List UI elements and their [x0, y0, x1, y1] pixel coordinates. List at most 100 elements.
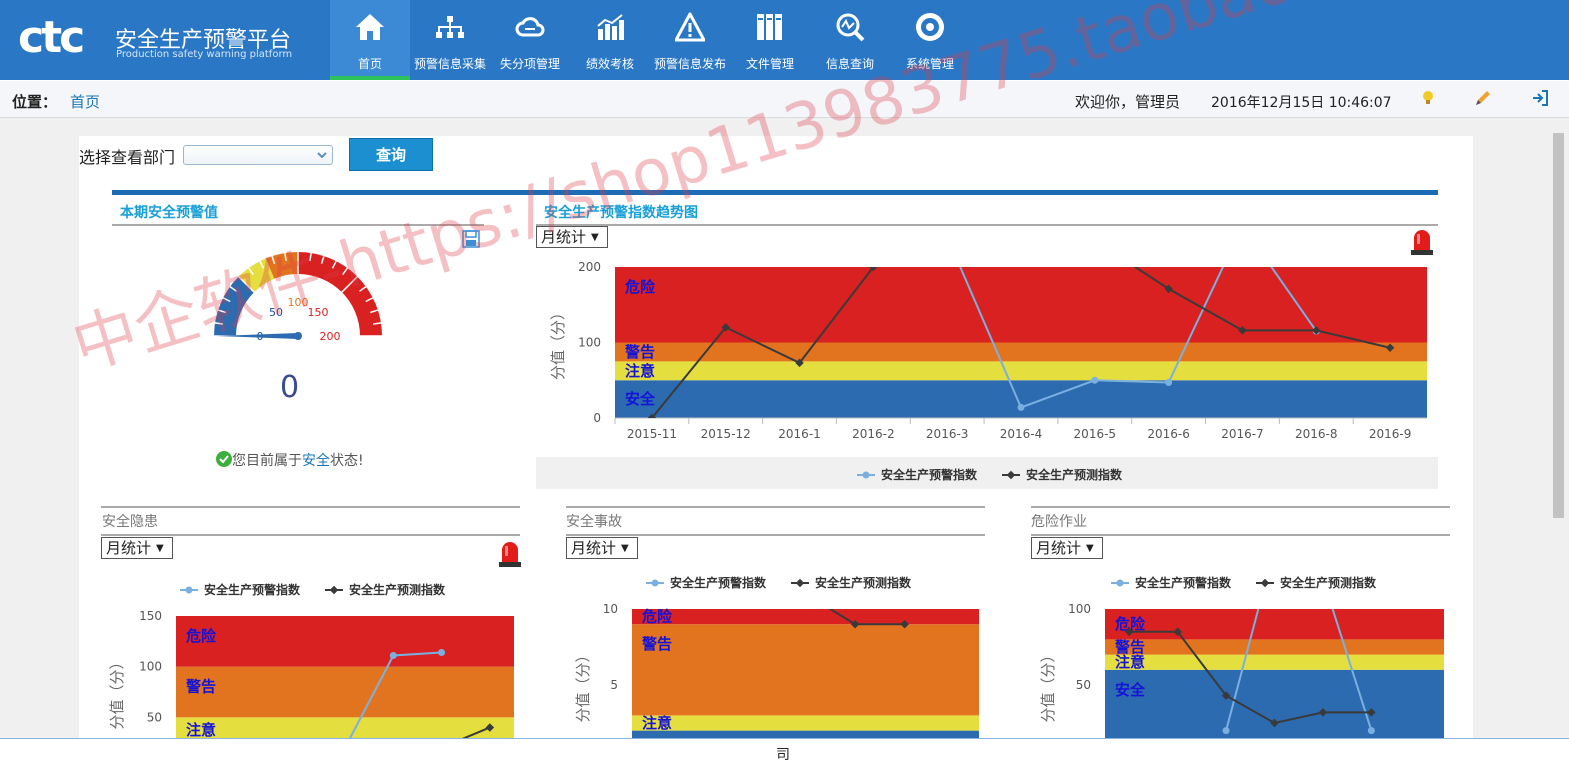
- x-tick-label: 2015-12: [701, 427, 751, 441]
- status-suffix: 状态!: [330, 453, 364, 469]
- y-tick-label: 0: [593, 411, 601, 425]
- gauge-tick-label: 100: [288, 296, 309, 309]
- hazard-period-select[interactable]: 月统计 ▼: [101, 537, 173, 559]
- accident-chart: 注意 警告 危险 5 10 分值（分） 安全生产预警指数 安全生产预测指数: [574, 575, 979, 761]
- query-button[interactable]: 查询: [349, 138, 433, 171]
- title-rule: [1031, 534, 1450, 536]
- nav-item-files[interactable]: 文件管理: [730, 0, 810, 80]
- legend-item[interactable]: 安全生产预测指数: [1002, 467, 1123, 482]
- nav-label: 绩效考核: [585, 57, 634, 71]
- nav-item-system[interactable]: 系统管理: [890, 0, 970, 80]
- alarm-light-icon: [499, 542, 521, 567]
- zone-label-danger: 危险: [186, 627, 217, 645]
- trend-period-select[interactable]: 月统计 ▼: [536, 226, 608, 248]
- gauge-tick-label: 200: [320, 330, 341, 343]
- legend-item[interactable]: 安全生产预测指数: [791, 575, 912, 590]
- gauge-section-title: 本期安全预警值: [120, 205, 218, 221]
- band-safe: [615, 380, 1427, 418]
- dangerous-work-chart: 安全注意警告危险50100分值（分）安全生产预警指数 安全生产预测指数: [1039, 575, 1444, 761]
- legend-label: 安全生产预测指数: [1280, 575, 1377, 590]
- data-point[interactable]: [1165, 379, 1173, 387]
- zone-label-danger: 危险: [642, 608, 673, 626]
- location-bar: 位置： 首页 欢迎你，管理员 2016年12月15日 10:46:07: [0, 81, 1569, 118]
- vertical-scrollbar[interactable]: [1551, 118, 1569, 738]
- band-attention: [615, 361, 1427, 381]
- logout-icon[interactable]: [1530, 88, 1550, 108]
- title-rule: [112, 224, 484, 226]
- home-icon: [356, 14, 384, 40]
- binders-icon: [757, 14, 782, 40]
- nav-item-performance[interactable]: 绩效考核: [570, 0, 650, 80]
- logo-mark: ctc: [18, 12, 85, 63]
- band-danger: [1105, 609, 1444, 640]
- nav-item-info-query[interactable]: 信息查询: [810, 0, 890, 80]
- legend-item[interactable]: 安全生产预测指数: [325, 582, 446, 597]
- edit-pencil-icon[interactable]: [1473, 88, 1493, 108]
- nav-item-deduction[interactable]: 失分项管理: [490, 0, 570, 80]
- save-icon[interactable]: [462, 230, 480, 248]
- data-point[interactable]: [1367, 727, 1375, 735]
- zone-label-warning: 警告: [1114, 638, 1145, 656]
- legend-item[interactable]: 安全生产预警指数: [646, 575, 767, 590]
- band-attention: [632, 715, 979, 731]
- department-select[interactable]: [183, 145, 333, 165]
- legend-item[interactable]: 安全生产预警指数: [1111, 575, 1232, 590]
- check-circle-icon: [216, 451, 232, 467]
- section-divider: [112, 190, 1438, 195]
- legend-label: 安全生产预测指数: [815, 575, 912, 590]
- nav-label: 文件管理: [745, 57, 794, 71]
- select-value: 月统计: [541, 228, 587, 246]
- legend-label: 安全生产预警指数: [881, 467, 978, 482]
- legend-item[interactable]: 安全生产预测指数: [1256, 575, 1377, 590]
- x-tick-label: 2016-5: [1074, 427, 1117, 441]
- accident-period-select[interactable]: 月统计 ▼: [566, 537, 638, 559]
- x-tick-label: 2016-7: [1221, 427, 1264, 441]
- data-point[interactable]: [1091, 376, 1099, 384]
- y-axis-label: 分值（分）: [574, 647, 592, 722]
- data-point[interactable]: [801, 590, 809, 598]
- zone-label-attention: 注意: [186, 721, 216, 739]
- zone-label-warning: 警告: [624, 343, 655, 361]
- band-warning: [632, 624, 979, 716]
- zone-label-warning: 警告: [185, 678, 216, 696]
- nav-item-warning-publish[interactable]: 预警信息发布: [650, 0, 730, 80]
- nav-label: 系统管理: [905, 57, 954, 71]
- legend-item[interactable]: 安全生产预警指数: [857, 467, 978, 482]
- scrollbar-thumb[interactable]: [1553, 133, 1564, 518]
- nav-label: 失分项管理: [499, 57, 560, 71]
- hazard-chart: 注意 警告 危险 50 100 150 分值（分） 安全生产预警指数 安全生产预测指数: [108, 582, 514, 768]
- band-warning: [176, 666, 514, 718]
- current-datetime: 2016年12月15日 10:46:07: [1211, 95, 1392, 111]
- y-axis-label: 分值（分）: [108, 654, 126, 729]
- y-tick-label: 100: [139, 660, 162, 674]
- zone-label-attention: 注意: [625, 362, 655, 380]
- y-axis-label: 分值（分）: [549, 305, 567, 380]
- data-point[interactable]: [1017, 403, 1025, 411]
- search-chart-icon: [836, 13, 865, 42]
- title-rule: [566, 534, 985, 536]
- data-point[interactable]: [1222, 727, 1230, 735]
- y-tick-label: 150: [139, 609, 162, 623]
- nav-item-home[interactable]: 首页: [330, 0, 410, 80]
- y-tick-label: 100: [578, 336, 601, 350]
- warning-gauge: 050100150200: [214, 252, 382, 343]
- gear-icon: [916, 13, 944, 41]
- lightbulb-icon[interactable]: [1418, 88, 1438, 108]
- y-tick-label: 5: [610, 678, 618, 692]
- data-point[interactable]: [389, 652, 397, 660]
- gauge-band-danger: [298, 252, 382, 336]
- data-point[interactable]: [438, 648, 446, 656]
- warning-icon: [675, 12, 705, 42]
- x-tick-label: 2016-2: [852, 427, 895, 441]
- zone-label-safe: 安全: [625, 390, 656, 408]
- legend-label: 安全生产预警指数: [670, 575, 767, 590]
- status-message: 您目前属于安全状态!: [216, 450, 364, 470]
- breadcrumb-home[interactable]: 首页: [70, 91, 100, 112]
- zone-label-attention: 注意: [642, 714, 672, 732]
- x-tick-label: 2015-11: [627, 427, 677, 441]
- nav-item-warning-collect[interactable]: 预警信息采集: [410, 0, 490, 80]
- status-value: 安全: [302, 453, 330, 469]
- nav-label: 首页: [357, 57, 382, 71]
- legend-item[interactable]: 安全生产预警指数: [180, 582, 301, 597]
- dangerous-work-period-select[interactable]: 月统计 ▼: [1031, 537, 1103, 559]
